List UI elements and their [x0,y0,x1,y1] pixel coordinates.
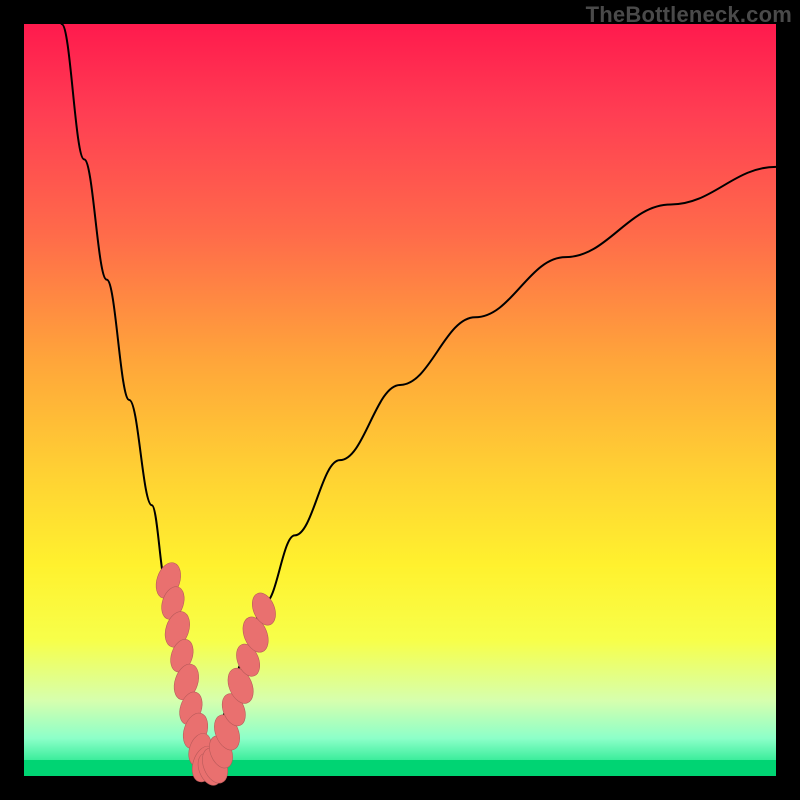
curve-group [62,24,776,776]
curve-right-branch [207,167,776,776]
chart-svg [24,24,776,776]
marker-group [152,559,280,788]
